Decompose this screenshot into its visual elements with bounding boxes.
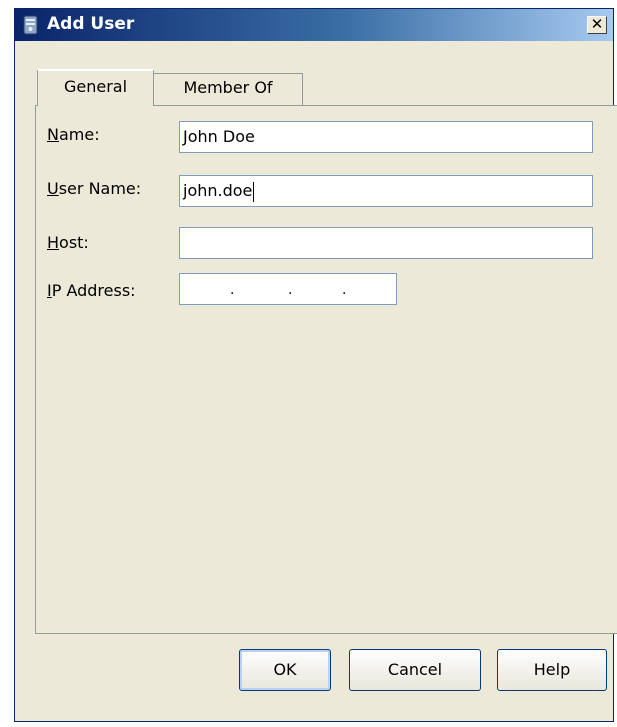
tab-member-of[interactable]: Member Of xyxy=(153,73,303,106)
user-name-label-mnemonic: U xyxy=(47,179,59,198)
user-name-field[interactable]: john.doe xyxy=(179,175,593,207)
name-label: Name: xyxy=(47,125,100,144)
window-title: Add User xyxy=(47,14,135,34)
tab-general[interactable]: General xyxy=(37,69,154,106)
ok-button[interactable]: OK xyxy=(239,649,331,691)
tab-member-of-label: Member Of xyxy=(183,78,273,97)
user-server-icon xyxy=(21,15,41,35)
host-field[interactable] xyxy=(179,227,593,259)
ip-octet-separator: . xyxy=(342,282,347,298)
name-label-mnemonic: N xyxy=(47,125,59,144)
ip-octet-separator: . xyxy=(230,282,235,298)
help-button[interactable]: Help xyxy=(497,649,607,691)
ip-octet-separator: . xyxy=(288,282,293,298)
user-name-label: User Name: xyxy=(47,179,141,198)
name-field[interactable]: John Doe xyxy=(179,121,593,153)
title-bar[interactable]: Add User ✕ xyxy=(15,9,613,41)
text-cursor xyxy=(253,181,255,202)
ip-address-field[interactable]: . . . xyxy=(179,273,397,305)
close-button[interactable]: ✕ xyxy=(587,16,607,34)
host-label-mnemonic: H xyxy=(47,233,60,252)
ip-address-label: IP Address: xyxy=(47,281,136,300)
cancel-button-label: Cancel xyxy=(387,660,443,679)
ok-button-label: OK xyxy=(273,660,297,679)
name-value: John Doe xyxy=(183,127,255,146)
host-label-text: ost: xyxy=(59,233,89,252)
user-name-label-text: ser Name: xyxy=(58,179,142,198)
tab-general-label: General xyxy=(63,77,128,96)
ip-address-label-text: P Address: xyxy=(51,281,136,300)
add-user-dialog: Add User ✕ General Member Of Name: John … xyxy=(14,8,617,722)
name-label-text: ame: xyxy=(58,125,100,144)
help-button-label: Help xyxy=(533,660,571,679)
close-icon: ✕ xyxy=(590,15,604,33)
cancel-button[interactable]: Cancel xyxy=(349,649,481,691)
user-name-value: john.doe xyxy=(183,181,253,200)
host-label: Host: xyxy=(47,233,89,252)
